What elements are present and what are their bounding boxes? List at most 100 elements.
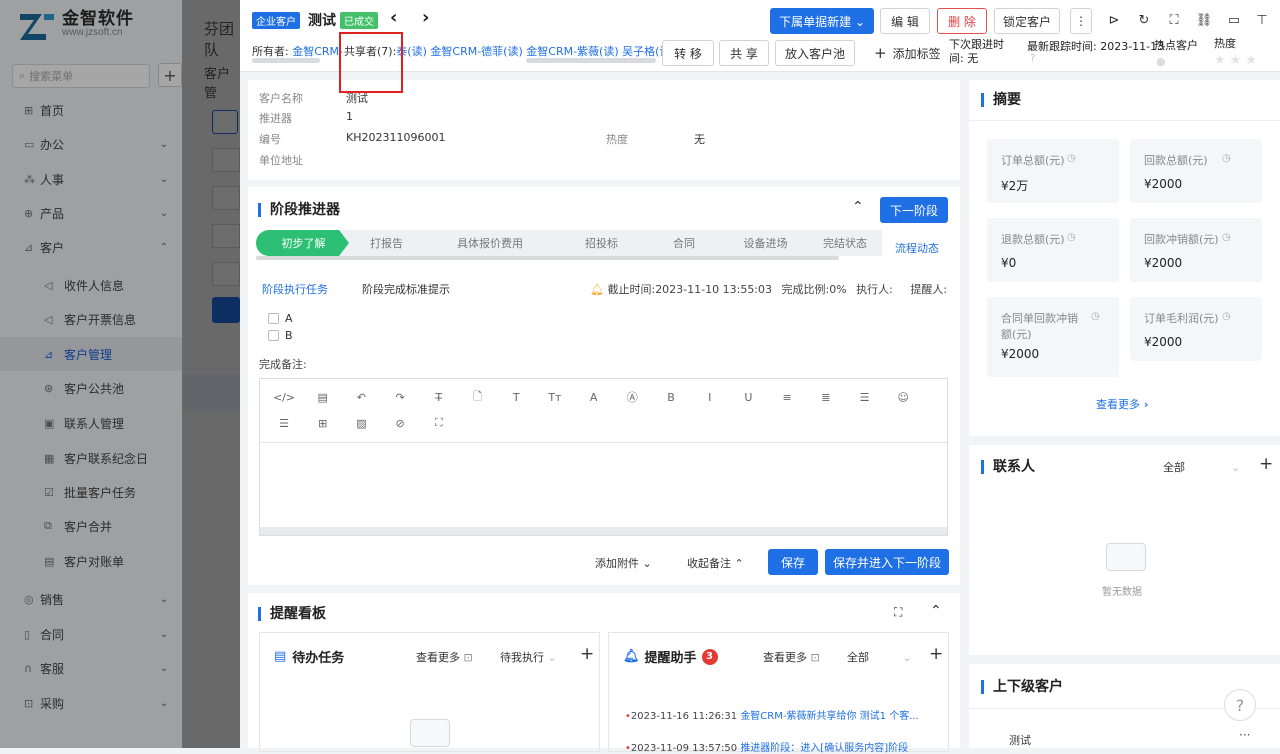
stage-hint-tab[interactable]: 阶段完成标准提示 xyxy=(362,281,450,297)
prev-record-button[interactable]: ‹ xyxy=(390,7,397,28)
attachment-icon[interactable]: ⊘ xyxy=(392,415,408,431)
move-to-pool-button[interactable]: 放入客户池 xyxy=(775,40,855,66)
add-attachment-button[interactable]: 添加附件 ⌄ xyxy=(595,555,652,571)
assistant-more-link[interactable]: 查看更多 ⊡ xyxy=(763,649,820,665)
add-contact-button[interactable]: + xyxy=(1259,454,1273,474)
chevron-down-icon: ⌄ xyxy=(547,651,557,664)
reminder-board-card: 提醒看板 ⛶ ⌃ ▤ 待办任务 查看更多 ⊡ 待我执行 ⌄ + 🔔︎ 提醒助手 3 查… xyxy=(248,593,960,754)
text-icon[interactable]: T xyxy=(508,389,524,405)
background-color-icon[interactable]: Ⓐ xyxy=(624,389,640,405)
modal-overlay-strip[interactable] xyxy=(182,0,240,748)
summary-metric-value: ¥2000 xyxy=(1001,347,1040,361)
emoji-icon[interactable]: ☺ xyxy=(895,389,911,405)
edit-button[interactable]: 编 辑 xyxy=(880,8,930,34)
lock-customer-button[interactable]: 锁定客户 xyxy=(994,8,1060,34)
info-icon[interactable]: ◷ xyxy=(1222,311,1231,322)
delete-button[interactable]: 删 除 xyxy=(937,8,987,34)
add-todo-button[interactable]: + xyxy=(580,644,594,664)
expand-icon: ⊡ xyxy=(810,651,820,664)
bold-icon[interactable]: B xyxy=(663,389,679,405)
stage-task-tab[interactable]: 阶段执行任务 xyxy=(262,281,328,297)
stage-step[interactable]: 具体报价费用 xyxy=(422,230,558,256)
task-checkbox-a[interactable]: A xyxy=(268,312,293,325)
stage-scrollbar[interactable] xyxy=(256,256,839,260)
parent-child-row[interactable]: 测试 xyxy=(1009,732,1031,748)
help-icon[interactable]: ? xyxy=(1030,53,1035,64)
info-icon[interactable]: ◷ xyxy=(1067,153,1076,164)
info-icon[interactable]: ◷ xyxy=(1067,232,1076,243)
stage-step[interactable]: 合同 xyxy=(645,230,723,256)
empty-box-icon xyxy=(1106,543,1146,571)
add-reminder-button[interactable]: + xyxy=(929,644,943,664)
stage-step[interactable]: 初步了解 xyxy=(256,230,351,256)
more-icon[interactable]: ··· xyxy=(1239,728,1250,742)
font-color-icon[interactable]: A xyxy=(586,389,602,405)
plus-icon: + xyxy=(874,44,887,62)
fullscreen-icon[interactable]: ⛶ xyxy=(1162,8,1186,32)
sharer-scrollbar[interactable] xyxy=(526,58,656,63)
task-checkbox-b[interactable]: B xyxy=(268,329,293,342)
todo-more-link[interactable]: 查看更多 ⊡ xyxy=(416,649,473,665)
editor-resize-bar[interactable] xyxy=(260,527,947,535)
redo-icon[interactable]: ↷ xyxy=(392,389,408,405)
add-tag-button[interactable]: + 添加标签 xyxy=(874,44,941,62)
summary-more-link[interactable]: 查看更多 › xyxy=(1096,396,1148,412)
flow-dynamics-link[interactable]: 流程动态 xyxy=(895,240,939,256)
font-size-icon[interactable]: Tт xyxy=(547,389,563,405)
collapse-remark-button[interactable]: 收起备注 ⌃ xyxy=(687,555,744,571)
align-center-icon[interactable]: ≣ xyxy=(818,389,834,405)
fullscreen-icon[interactable]: ⛶ xyxy=(431,415,447,431)
assistant-filter-select[interactable]: 全部 ⌄ xyxy=(847,649,912,665)
align-right-icon[interactable]: ☰ xyxy=(857,389,873,405)
refresh-icon[interactable]: ↻ xyxy=(1132,8,1156,32)
next-stage-button[interactable]: 下一阶段 xyxy=(880,197,948,223)
stage-step[interactable]: 招投标 xyxy=(546,230,657,256)
heat-stars[interactable]: ★★★ xyxy=(1214,53,1261,68)
link-icon[interactable]: ⛓ xyxy=(1192,8,1216,32)
fullscreen-icon[interactable]: ⛶ xyxy=(894,605,902,620)
owner-value[interactable]: 金智CRM- xyxy=(292,45,343,58)
todo-filter-select[interactable]: 待我执行 ⌄ xyxy=(500,649,557,665)
code-icon[interactable]: </> xyxy=(273,389,295,405)
stage-step[interactable]: 打报告 xyxy=(339,230,434,256)
assistant-count-badge: 3 xyxy=(701,648,718,665)
stage-step[interactable]: 设备进场 xyxy=(711,230,820,256)
share-button[interactable]: 共 享 xyxy=(719,40,769,66)
info-icon[interactable]: ◷ xyxy=(1222,153,1231,164)
more-actions-button[interactable]: ⋮ xyxy=(1070,8,1092,34)
hot-customer-icon[interactable]: ● xyxy=(1156,55,1166,68)
play-icon[interactable]: ⊳ xyxy=(1102,8,1126,32)
editor-content[interactable] xyxy=(260,443,947,527)
next-record-button[interactable]: › xyxy=(422,7,429,28)
help-float-icon[interactable]: ? xyxy=(1224,689,1256,721)
minimize-icon[interactable]: ▭ xyxy=(1222,8,1246,32)
reminder-message[interactable]: •2023-11-16 11:26:31 金智CRM-紫薇新共享给你 测试1 个… xyxy=(625,707,945,722)
underline-icon[interactable]: U xyxy=(740,389,756,405)
save-button[interactable]: 保存 xyxy=(768,549,818,575)
sub-document-create-button[interactable]: 下属单据新建 ⌄ xyxy=(770,8,874,34)
align-left-icon[interactable]: ≡ xyxy=(779,389,795,405)
sharer-item[interactable]: 金智CRM-紫薇(读) xyxy=(526,45,618,58)
transfer-button[interactable]: 转 移 xyxy=(662,40,714,66)
table-icon[interactable]: ▤ xyxy=(315,389,331,405)
grid-icon[interactable]: ⊞ xyxy=(315,415,331,431)
info-value: KH202311096001 xyxy=(346,131,446,144)
image-icon[interactable]: ▨ xyxy=(353,415,369,431)
italic-icon[interactable]: I xyxy=(702,389,718,405)
collapse-icon[interactable]: ⌃ xyxy=(852,199,864,215)
collapse-icon[interactable]: ⌃ xyxy=(930,603,942,619)
strikethrough-icon[interactable]: T̶ xyxy=(431,389,447,405)
undo-icon[interactable]: ↶ xyxy=(353,389,369,405)
contacts-filter-select[interactable]: 全部 ⌄ xyxy=(1163,459,1240,475)
info-icon[interactable]: ◷ xyxy=(1091,311,1100,322)
list-icon[interactable]: ☰ xyxy=(276,415,292,431)
owner-scrollbar[interactable] xyxy=(252,58,320,63)
pin-icon[interactable]: ⊤ xyxy=(1250,8,1274,32)
document-icon[interactable]: 🗋 xyxy=(470,389,486,405)
save-and-next-button[interactable]: 保存并进入下一阶段 xyxy=(825,549,949,575)
sharer-item[interactable]: 金智CRM-德菲(读) xyxy=(430,45,522,58)
stage-step[interactable]: 完结状态 xyxy=(808,230,882,256)
reminder-message[interactable]: •2023-11-09 13:57:50 推进器阶段：进入[确认服务内容]阶段 xyxy=(625,739,945,754)
summary-metric-value: ¥2000 xyxy=(1144,335,1183,349)
info-icon[interactable]: ◷ xyxy=(1222,232,1231,243)
